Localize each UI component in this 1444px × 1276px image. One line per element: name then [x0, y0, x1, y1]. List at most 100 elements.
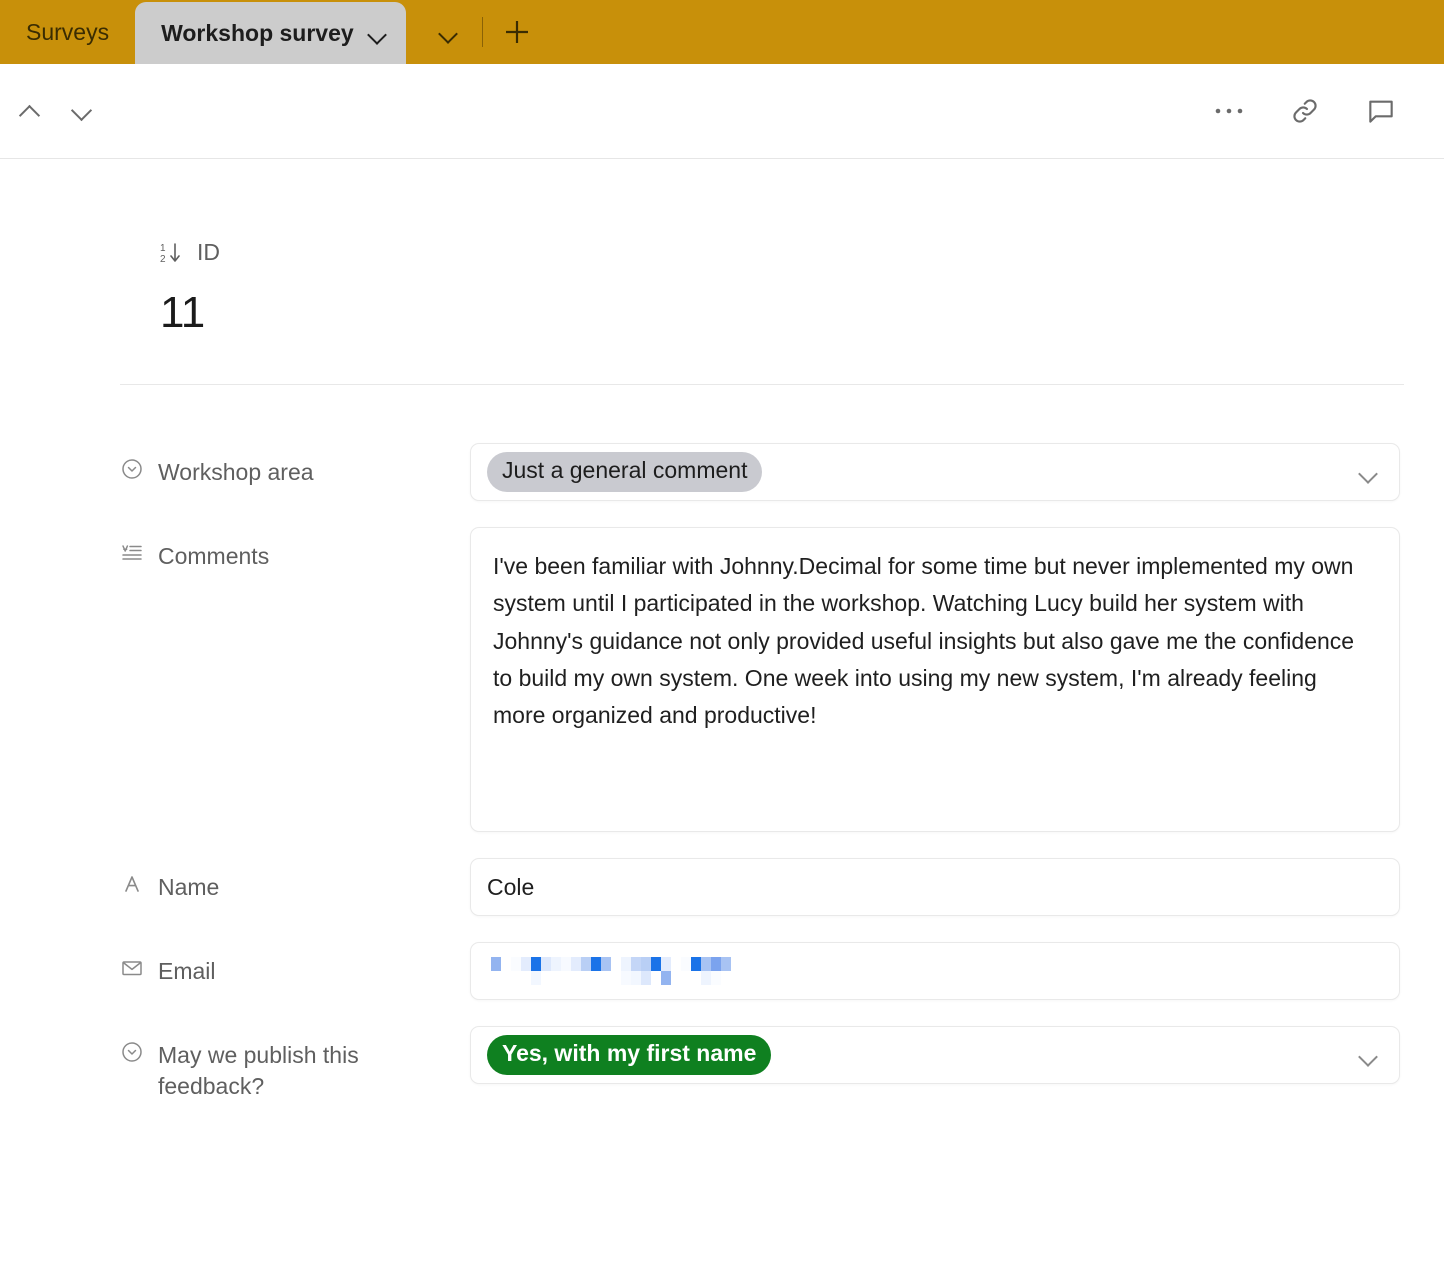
field-value-name[interactable]: Cole	[470, 858, 1400, 916]
previous-record-button[interactable]	[6, 88, 52, 134]
field-value-email[interactable]	[470, 942, 1400, 1000]
redaction-pixel	[791, 957, 801, 971]
redaction-pixel	[761, 957, 771, 971]
status-badge: Yes, with my first name	[487, 1035, 771, 1075]
redaction-pixel	[501, 957, 511, 971]
comments-button[interactable]	[1358, 88, 1404, 134]
tab-list-dropdown-button[interactable]	[420, 0, 476, 64]
redaction-pixel	[561, 971, 571, 985]
redaction-pixel	[571, 957, 581, 971]
redaction-pixel	[491, 971, 501, 985]
field-value-publish-feedback[interactable]: Yes, with my first name	[470, 1026, 1400, 1084]
redaction-pixel	[511, 957, 521, 971]
redaction-pixel	[681, 957, 691, 971]
redaction-pixel	[701, 971, 711, 985]
tab-bar: Surveys Workshop survey	[0, 0, 1444, 64]
redaction-pixel	[541, 957, 551, 971]
redaction-pixel	[531, 971, 541, 985]
redacted-email-value	[491, 957, 821, 985]
redaction-pixel	[641, 971, 651, 985]
field-value-comments[interactable]: I've been familiar with Johnny.Decimal f…	[470, 527, 1400, 832]
field-label-text: Comments	[158, 541, 269, 572]
chevron-down-icon[interactable]	[1359, 467, 1377, 477]
redaction-pixel	[781, 957, 791, 971]
record-detail-panel: 1 2 ID 11 Workshop area Just a general c…	[0, 159, 1444, 1101]
redaction-pixel	[811, 957, 821, 971]
chevron-down-icon[interactable]	[368, 28, 386, 38]
redaction-pixel	[691, 957, 701, 971]
redaction-pixel	[711, 971, 721, 985]
redaction-pixel	[581, 957, 591, 971]
field-label-email: Email	[120, 942, 470, 987]
field-label-comments: Comments	[120, 527, 470, 572]
redaction-pixel	[761, 971, 771, 985]
field-row-name: Name Cole	[120, 858, 1404, 916]
redaction-pixel	[721, 971, 731, 985]
copy-link-button[interactable]	[1282, 88, 1328, 134]
plus-icon	[503, 18, 531, 46]
redaction-pixel	[771, 957, 781, 971]
select-circle-chevron-icon	[120, 1040, 144, 1064]
redaction-pixel	[671, 971, 681, 985]
redaction-pixel	[501, 971, 511, 985]
more-options-button[interactable]	[1206, 88, 1252, 134]
redaction-pixel	[491, 957, 501, 971]
field-list: Workshop area Just a general comment Com…	[40, 443, 1404, 1101]
field-row-email: Email	[120, 942, 1404, 1000]
redaction-pixel	[751, 971, 761, 985]
redaction-pixel	[601, 957, 611, 971]
field-label-text: Workshop area	[158, 457, 314, 488]
redaction-pixel	[801, 957, 811, 971]
redaction-pixel	[581, 971, 591, 985]
redaction-pixel	[591, 971, 601, 985]
redaction-pixel	[741, 957, 751, 971]
redaction-pixel	[631, 957, 641, 971]
redaction-pixel	[731, 957, 741, 971]
redaction-pixel	[731, 971, 741, 985]
redaction-pixel	[551, 957, 561, 971]
next-record-button[interactable]	[58, 88, 104, 134]
long-text-icon	[120, 541, 144, 565]
id-field-label: 1 2 ID	[160, 239, 1404, 266]
id-value: 11	[160, 288, 1404, 338]
field-label-workshop-area: Workshop area	[120, 443, 470, 488]
record-actions	[1206, 88, 1426, 134]
field-label-text: Name	[158, 872, 219, 903]
field-value-workshop-area[interactable]: Just a general comment	[470, 443, 1400, 501]
select-circle-chevron-icon	[120, 457, 144, 481]
add-tab-button[interactable]	[489, 0, 545, 64]
redaction-pixel	[521, 971, 531, 985]
redaction-pixel	[541, 971, 551, 985]
chevron-down-icon[interactable]	[1359, 1050, 1377, 1060]
redaction-pixel	[741, 971, 751, 985]
tab-bar-separator	[482, 17, 483, 47]
redaction-pixel	[611, 971, 621, 985]
ellipsis-icon	[1214, 106, 1244, 116]
redaction-pixel	[591, 957, 601, 971]
tab-label: Surveys	[26, 19, 109, 46]
redaction-pixel	[811, 971, 821, 985]
redaction-pixel	[661, 971, 671, 985]
redaction-pixel	[651, 957, 661, 971]
redaction-pixel	[801, 971, 811, 985]
field-label-publish-feedback: May we publish this feedback?	[120, 1026, 470, 1101]
redaction-pixel	[621, 971, 631, 985]
redaction-pixel	[521, 957, 531, 971]
redaction-pixel	[531, 957, 541, 971]
redaction-pixel	[631, 971, 641, 985]
redaction-pixel	[691, 971, 701, 985]
record-header: 1 2 ID 11	[40, 159, 1404, 338]
tab-surveys[interactable]: Surveys	[0, 0, 135, 64]
redaction-pixel	[651, 971, 661, 985]
redaction-pixel	[681, 971, 691, 985]
record-toolbar	[0, 64, 1444, 159]
comment-bubble-icon	[1365, 95, 1397, 127]
redaction-pixel	[621, 957, 631, 971]
tab-workshop-survey[interactable]: Workshop survey	[135, 2, 406, 64]
single-line-text-icon	[120, 872, 144, 896]
status-badge: Just a general comment	[487, 452, 762, 492]
svg-text:2: 2	[160, 254, 166, 265]
field-label-text: Email	[158, 956, 216, 987]
redaction-pixel	[671, 957, 681, 971]
field-row-workshop-area: Workshop area Just a general comment	[120, 443, 1404, 501]
